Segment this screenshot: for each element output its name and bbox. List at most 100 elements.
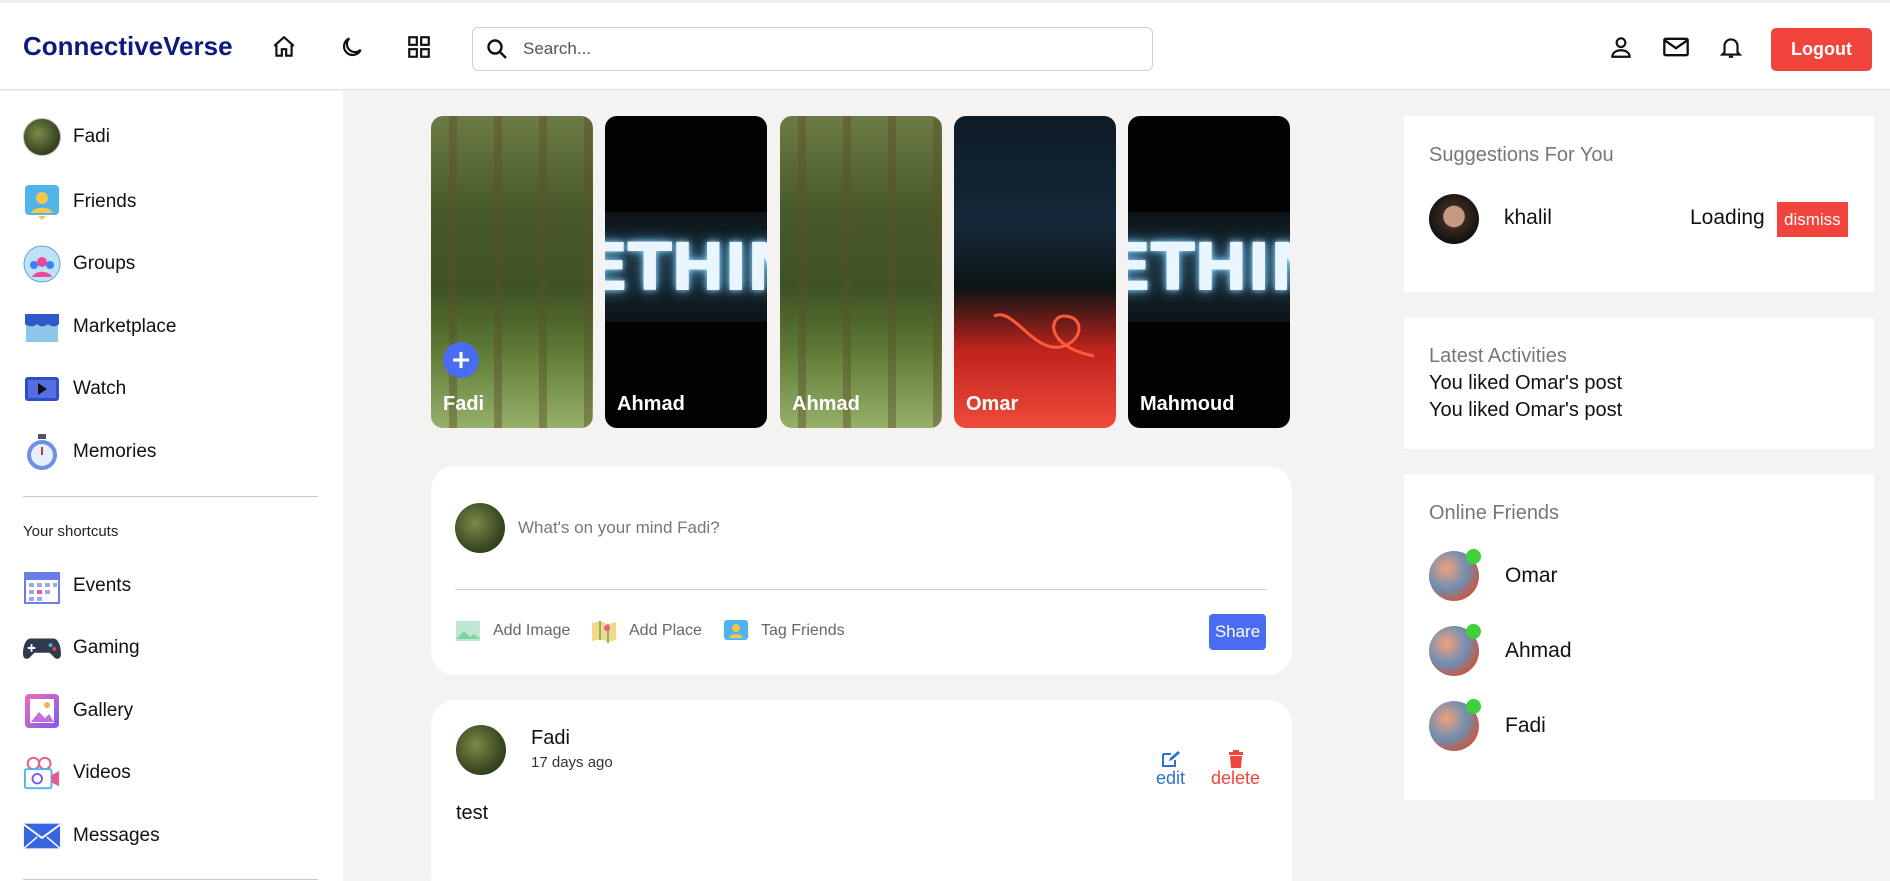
sidebar-item-label: Events	[73, 575, 132, 596]
sidebar-item-gaming[interactable]: Gaming	[23, 628, 140, 668]
avatar	[1429, 194, 1479, 244]
calendar-icon	[23, 567, 61, 605]
add-place-label: Add Place	[629, 622, 702, 639]
gallery-icon	[23, 692, 61, 730]
tag-friends-label: Tag Friends	[761, 622, 845, 639]
sidebar-item-label: Memories	[73, 441, 157, 462]
online-status-dot	[1466, 699, 1481, 714]
suggestion-name[interactable]: khalil	[1504, 206, 1552, 230]
story-card[interactable]: Fadi	[431, 116, 593, 428]
left-sidebar: Fadi Friends Groups Marketplace Watch Me…	[0, 91, 343, 881]
post-timestamp: 17 days ago	[531, 754, 613, 771]
trash-icon	[1228, 750, 1243, 768]
edit-icon	[1161, 751, 1180, 767]
sidebar-item-label: Messages	[73, 825, 160, 846]
tag-friends-button[interactable]: Tag Friends	[723, 619, 845, 643]
story-image	[993, 313, 1095, 358]
story-image: METHING	[605, 212, 767, 322]
post-card: Fadi 17 days ago edit delete test	[431, 700, 1292, 881]
story-card[interactable]: METHING Mahmoud	[1128, 116, 1290, 428]
friend-name: Ahmad	[1505, 639, 1572, 662]
search-input[interactable]	[523, 39, 1123, 59]
sidebar-item-marketplace[interactable]: Marketplace	[23, 307, 177, 347]
search-icon	[487, 39, 507, 59]
online-friend[interactable]: Fadi	[1429, 699, 1546, 751]
suggestions-title: Suggestions For You	[1429, 144, 1614, 166]
stopwatch-icon	[23, 433, 61, 471]
add-story-icon[interactable]	[443, 342, 479, 378]
dark-mode-icon[interactable]	[337, 32, 367, 62]
divider	[23, 496, 318, 497]
sidebar-item-groups[interactable]: Groups	[23, 244, 135, 284]
online-friends-panel: Online Friends Omar Ahmad Fadi	[1404, 474, 1874, 800]
sidebar-item-videos[interactable]: Videos	[23, 753, 131, 793]
online-friend[interactable]: Ahmad	[1429, 624, 1572, 676]
apps-grid-icon[interactable]	[404, 32, 434, 62]
story-name: Ahmad	[792, 393, 860, 415]
delete-button[interactable]: delete	[1211, 750, 1260, 789]
suggestion-status: Loading	[1690, 206, 1765, 229]
sidebar-item-label: Groups	[73, 253, 136, 274]
online-friend[interactable]: Omar	[1429, 549, 1558, 601]
suggestions-panel: Suggestions For You khalil Loading dismi…	[1404, 116, 1874, 292]
sidebar-item-events[interactable]: Events	[23, 566, 131, 606]
logout-button[interactable]: Logout	[1771, 28, 1872, 71]
story-card[interactable]: Ahmad	[780, 116, 942, 428]
post-text: test	[456, 802, 489, 824]
story-name: Mahmoud	[1140, 393, 1235, 415]
online-status-dot	[1466, 624, 1481, 639]
sidebar-item-watch[interactable]: Watch	[23, 369, 126, 409]
edit-label: edit	[1156, 768, 1186, 788]
divider	[455, 589, 1267, 590]
sidebar-item-profile[interactable]: Fadi	[23, 117, 110, 157]
video-play-icon	[23, 370, 61, 408]
post-composer: What's on your mind Fadi? Add Image Add …	[431, 466, 1292, 675]
sidebar-item-memories[interactable]: Memories	[23, 432, 156, 472]
activity-item: You liked Omar's post	[1429, 372, 1623, 394]
avatar	[23, 118, 61, 156]
share-button[interactable]: Share	[1209, 614, 1266, 650]
delete-label: delete	[1211, 768, 1261, 788]
edit-button[interactable]: edit	[1156, 750, 1185, 789]
add-place-button[interactable]: Add Place	[591, 619, 702, 643]
sidebar-item-label: Gallery	[73, 700, 134, 721]
activities-panel: Latest Activities You liked Omar's post …	[1404, 318, 1874, 449]
shortcuts-heading: Your shortcuts	[23, 523, 119, 540]
add-image-button[interactable]: Add Image	[455, 619, 570, 643]
sidebar-item-gallery[interactable]: Gallery	[23, 691, 133, 731]
brand-logo[interactable]: ConnectiveVerse	[23, 31, 233, 62]
image-icon	[456, 621, 480, 641]
gamepad-icon	[23, 629, 61, 667]
online-friends-title: Online Friends	[1429, 502, 1560, 524]
sidebar-item-friends[interactable]: Friends	[23, 182, 136, 222]
story-name: Fadi	[443, 393, 485, 415]
home-icon[interactable]	[269, 32, 299, 62]
online-status-dot	[1466, 549, 1481, 564]
story-card[interactable]: METHING Ahmad	[605, 116, 767, 428]
top-bar: ConnectiveVerse Logout	[0, 0, 1890, 90]
avatar	[1429, 624, 1481, 676]
friend-name: Fadi	[1505, 714, 1546, 737]
store-icon	[23, 308, 61, 346]
mail-icon[interactable]	[1661, 32, 1691, 62]
envelope-icon	[23, 817, 61, 855]
groups-icon	[23, 245, 61, 283]
sidebar-item-label: Gaming	[73, 637, 140, 658]
composer-input[interactable]: What's on your mind Fadi?	[518, 518, 720, 538]
dismiss-button[interactable]: dismiss	[1777, 202, 1848, 237]
story-card[interactable]: Omar	[954, 116, 1116, 428]
story-name: Omar	[966, 393, 1019, 415]
sidebar-item-label: Marketplace	[73, 316, 177, 337]
avatar	[1429, 549, 1481, 601]
sidebar-item-label: Watch	[73, 378, 127, 399]
avatar	[455, 503, 505, 553]
post-author[interactable]: Fadi	[531, 727, 570, 750]
map-icon	[592, 621, 616, 643]
sidebar-item-messages[interactable]: Messages	[23, 816, 160, 856]
bell-icon[interactable]	[1716, 32, 1746, 62]
person-icon[interactable]	[1606, 32, 1636, 62]
sidebar-item-label: Friends	[73, 191, 137, 212]
divider	[23, 879, 318, 880]
tag-friends-icon	[724, 620, 748, 640]
sidebar-item-label: Videos	[73, 762, 131, 783]
